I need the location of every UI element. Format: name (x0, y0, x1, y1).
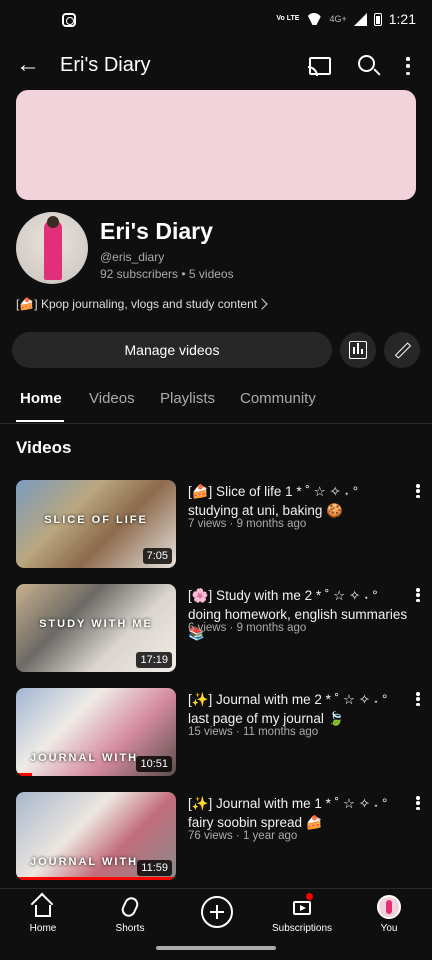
video-options-icon[interactable] (416, 692, 420, 706)
thumbnail-text: SLICE OF LIFE (44, 514, 148, 526)
channel-description[interactable]: [🍰] Kpop journaling, vlogs and study con… (16, 297, 276, 311)
signal-icon (353, 12, 367, 26)
notification-dot (306, 893, 313, 900)
clock: 1:21 (388, 11, 416, 27)
nav-subscriptions[interactable]: Subscriptions (262, 893, 342, 934)
video-meta: 76 views · 1 year ago (188, 830, 298, 842)
gesture-bar (156, 946, 276, 950)
status-bar: Vo LTE 4G+ 1:21 (0, 0, 432, 40)
nav-label: Home (29, 923, 57, 934)
channel-tabs: Home Videos Playlists Community (0, 380, 432, 424)
nav-label: Shorts (115, 923, 145, 934)
video-item[interactable]: JOURNAL WITH 11:59 [✨] Journal with me 1… (0, 792, 432, 884)
nav-home[interactable]: Home (3, 895, 83, 934)
tab-playlists[interactable]: Playlists (160, 390, 215, 407)
nav-label: Subscriptions (271, 923, 333, 934)
video-options-icon[interactable] (416, 588, 420, 602)
thumbnail-text: STUDY WITH ME (39, 618, 153, 630)
top-app-bar: ← Eri's Diary (0, 44, 432, 88)
watch-progress (16, 773, 32, 776)
page-title: Eri's Diary (60, 54, 151, 76)
active-tab-indicator (16, 420, 64, 422)
video-duration: 7:05 (142, 548, 172, 564)
channel-banner (16, 90, 416, 200)
channel-name: Eri's Diary (100, 218, 213, 244)
video-meta: 6 views · 9 months ago (188, 622, 307, 634)
wifi-icon (306, 13, 322, 25)
channel-avatar[interactable] (16, 212, 88, 284)
video-thumbnail[interactable]: STUDY WITH ME 17:19 (16, 584, 176, 672)
video-item[interactable]: STUDY WITH ME 17:19 [🌸] Study with me 2 … (0, 584, 432, 676)
shorts-icon (119, 894, 141, 920)
video-title[interactable]: [✨] Journal with me 1 * ˚ ☆ ✧ ˖ ° fairy … (188, 794, 408, 832)
nav-you[interactable]: You (349, 895, 429, 934)
video-options-icon[interactable] (416, 484, 420, 498)
search-icon[interactable] (358, 55, 375, 72)
battery-icon (373, 12, 382, 26)
tab-community[interactable]: Community (240, 390, 316, 407)
cast-icon[interactable] (308, 57, 331, 76)
home-icon (35, 905, 51, 917)
edit-channel-button[interactable] (384, 332, 420, 368)
analytics-button[interactable] (340, 332, 376, 368)
video-item[interactable]: SLICE OF LIFE 7:05 [🍰] Slice of life 1 *… (0, 480, 432, 572)
pencil-icon (394, 342, 412, 359)
create-plus-icon (201, 896, 233, 928)
subscriptions-icon (293, 901, 311, 915)
back-arrow-icon[interactable]: ← (16, 53, 42, 78)
network-type: 4G+ (329, 14, 347, 24)
video-duration: 17:19 (136, 652, 172, 668)
video-duration: 11:59 (137, 860, 172, 876)
video-title[interactable]: [🍰] Slice of life 1 * ˚ ☆ ✧ ˖ ° studying… (188, 482, 408, 520)
video-thumbnail[interactable]: SLICE OF LIFE 7:05 (16, 480, 176, 568)
video-duration: 10:51 (136, 756, 172, 772)
profile-avatar-icon (377, 895, 401, 919)
channel-handle: @eris_diary (100, 250, 165, 264)
channel-stats: 92 subscribers • 5 videos (100, 267, 234, 281)
video-meta: 15 views · 11 months ago (188, 726, 319, 738)
nav-shorts[interactable]: Shorts (90, 894, 170, 934)
watch-progress (16, 877, 176, 880)
video-title[interactable]: [🌸] Study with me 2 * ˚ ☆ ✧ ˖ ° doing ho… (188, 586, 408, 643)
video-thumbnail[interactable]: JOURNAL WITH 10:51 (16, 688, 176, 776)
nav-create[interactable] (176, 895, 256, 928)
nav-label: You (380, 923, 398, 934)
section-title: Videos (16, 438, 72, 457)
video-thumbnail[interactable]: JOURNAL WITH 11:59 (16, 792, 176, 880)
volte-indicator: Vo LTE (276, 15, 300, 22)
more-options-icon[interactable] (406, 57, 410, 75)
tab-home[interactable]: Home (20, 390, 62, 407)
analytics-icon (349, 341, 367, 359)
tab-videos[interactable]: Videos (89, 390, 135, 407)
video-options-icon[interactable] (416, 796, 420, 810)
instagram-notification-icon (62, 13, 76, 27)
video-title[interactable]: [✨] Journal with me 2 * ˚ ☆ ✧ ˖ ° last p… (188, 690, 408, 728)
manage-videos-button[interactable]: Manage videos (12, 332, 332, 368)
video-meta: 7 views · 9 months ago (188, 518, 307, 530)
video-item[interactable]: JOURNAL WITH 10:51 [✨] Journal with me 2… (0, 688, 432, 780)
